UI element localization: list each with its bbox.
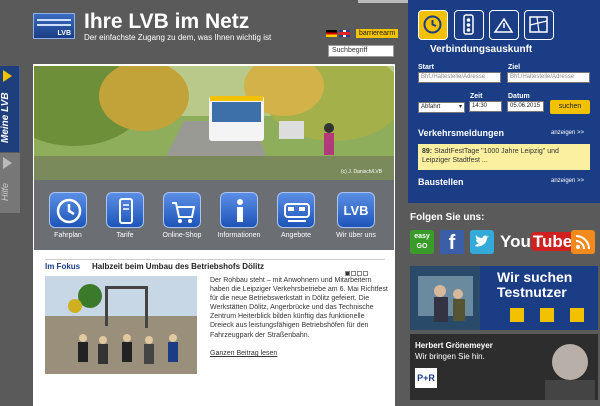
quick-link-online-shop[interactable]: Online-Shop [154, 192, 210, 239]
quick-link-label: Wir über uns [336, 232, 376, 239]
english-flag-icon[interactable] [339, 30, 350, 37]
youtube-tube: Tube [530, 232, 575, 251]
arrow-right-icon [3, 70, 12, 82]
departure-select[interactable]: Abfahrt ▾ [418, 102, 465, 113]
read-more-link[interactable]: Ganzen Beitrag lesen [210, 350, 277, 357]
logo-stripe [37, 19, 71, 21]
quick-link-tarife[interactable]: Tarife [97, 192, 153, 239]
rss-icon[interactable] [571, 230, 595, 254]
ad-slogan: Wir bringen Sie hin. [415, 352, 485, 361]
date-input[interactable]: 05.06.2015 [507, 101, 544, 112]
traffic-news-item[interactable]: 89: StadtFestTage "1000 Jahre Leipzig" u… [418, 144, 590, 170]
ziel-input[interactable]: Bhf./Haltestelle/Adresse [507, 72, 590, 83]
youtube-you: You [500, 232, 531, 251]
page-subtitle: Der einfachste Zugang zu dem, was Ihnen … [84, 33, 272, 42]
search-input[interactable]: Suchbegriff [328, 45, 394, 57]
ziel-label: Ziel [508, 64, 521, 71]
traffic-news-title: Verkehrsmeldungen [418, 128, 505, 138]
start-input[interactable]: Bhf./Haltestelle/Adresse [418, 72, 501, 83]
logo-text: LVB [57, 30, 71, 37]
construction-icon[interactable] [489, 10, 519, 40]
language-flags [326, 30, 352, 38]
youtube-icon[interactable]: You Tube [500, 230, 575, 254]
clock-icon[interactable] [418, 10, 448, 40]
photo-credit: (c) J. Danisch/LVB [341, 169, 383, 175]
logo-stripe [37, 24, 71, 26]
focus-heading: Im Fokus [45, 262, 81, 271]
news-item-number: 89: [422, 148, 433, 155]
quick-link-label: Online-Shop [162, 232, 202, 239]
meine-lvb-label: Meine LVB [0, 92, 11, 144]
lvb-icon: LVB [337, 192, 375, 228]
arrow-right-icon [3, 157, 12, 169]
zeit-label: Zeit [470, 93, 483, 100]
construction-photo [45, 276, 197, 374]
construction-title: Baustellen [418, 177, 464, 187]
top-divider [358, 0, 408, 3]
traffic-light-icon[interactable] [454, 10, 484, 40]
info-icon [220, 192, 258, 228]
departure-select-value: Abfahrt [421, 104, 441, 110]
focus-body: Der Rohbau steht – mit Anwohnern und Mit… [210, 277, 388, 339]
divider [45, 259, 385, 260]
chevron-down-icon: ▾ [458, 104, 462, 110]
quick-link-label: Fahrplan [54, 232, 82, 239]
hilfe-tab[interactable]: Hilfe [0, 153, 20, 213]
tram-icon [277, 192, 315, 228]
map-icon[interactable] [524, 10, 554, 40]
quick-link-fahrplan[interactable]: Fahrplan [40, 192, 96, 239]
traffic-news-show-link[interactable]: anzeigen >> [551, 130, 584, 136]
quick-link-angebote[interactable]: Angebote [268, 192, 324, 239]
twitter-icon[interactable] [470, 230, 494, 254]
search-connection-button[interactable]: suchen [550, 100, 590, 114]
testnutzer-text: Wir suchen Testnutzer [497, 270, 572, 300]
time-input[interactable]: 14:30 [469, 101, 502, 112]
ad-line-1: Wir suchen [497, 269, 573, 285]
quick-link-wir-ueber-uns[interactable]: LVB Wir über uns [328, 192, 384, 239]
connection-title: Verbindungsauskunft [430, 44, 533, 55]
barrierearm-button[interactable]: barrierearm [356, 29, 399, 38]
quick-link-informationen[interactable]: Informationen [211, 192, 267, 239]
datum-label: Datum [508, 93, 530, 100]
quick-links-bar: Fahrplan Tarife Online-Shop Informatione… [34, 180, 394, 250]
ad-name: Herbert Grönemeyer [415, 341, 493, 350]
social-title: Folgen Sie uns: [410, 212, 485, 223]
facebook-icon[interactable]: f [440, 230, 464, 254]
start-label: Start [418, 64, 434, 71]
hero-photo [34, 66, 394, 180]
cart-icon [163, 192, 201, 228]
park-ride-icon: P+R [415, 368, 437, 388]
page-title: Ihre LVB im Netz [84, 10, 250, 33]
quick-link-label: Tarife [116, 232, 134, 239]
clock-icon [49, 192, 87, 228]
construction-show-link[interactable]: anzeigen >> [551, 178, 584, 184]
quick-link-label: Informationen [217, 232, 261, 239]
hilfe-label: Hilfe [0, 183, 10, 202]
hero-image [34, 66, 394, 180]
quick-link-label: Angebote [281, 232, 311, 239]
ticket-icon [106, 192, 144, 228]
lvb-logo[interactable]: LVB [33, 13, 75, 39]
german-flag-icon[interactable] [326, 30, 337, 37]
focus-image[interactable] [45, 276, 197, 374]
easygo-icon[interactable]: easy GO [410, 230, 434, 254]
ad-line-2: Testnutzer [497, 284, 567, 300]
lvb-icon-text: LVB [343, 203, 369, 218]
meine-lvb-tab[interactable]: Meine LVB [0, 66, 20, 152]
focus-title[interactable]: Halbzeit beim Umbau des Betriebshofs Döl… [92, 262, 264, 271]
news-item-text: StadtFestTage "1000 Jahre Leipzig" und L… [422, 148, 559, 164]
